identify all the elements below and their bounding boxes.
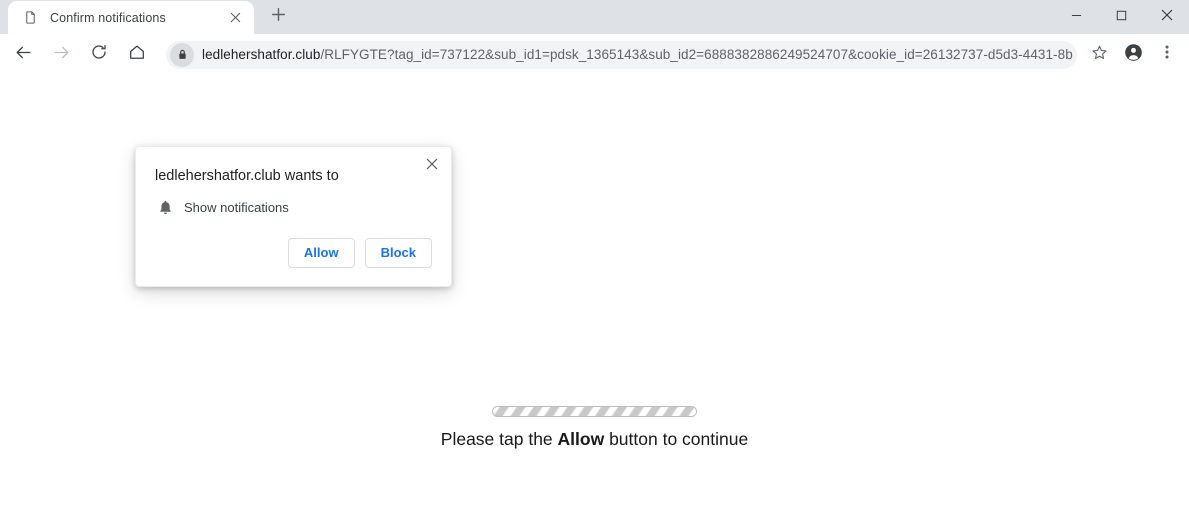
generic-page-icon <box>22 10 38 26</box>
window-close-button[interactable] <box>1144 0 1189 34</box>
bookmark-button[interactable] <box>1083 39 1115 71</box>
page-content: Please tap the Allow button to continue … <box>0 76 1189 523</box>
minimize-icon <box>1071 8 1082 26</box>
browser-window: Confirm notifications ledlehershatfor.cl… <box>0 0 1189 523</box>
back-button[interactable] <box>6 38 40 72</box>
maximize-icon <box>1116 8 1127 26</box>
window-maximize-button[interactable] <box>1099 0 1144 34</box>
message-suffix: button to continue <box>604 429 749 449</box>
dialog-close-button[interactable] <box>421 155 443 177</box>
message-emphasis: Allow <box>557 429 605 449</box>
account-avatar-icon <box>1124 43 1143 67</box>
window-minimize-button[interactable] <box>1054 0 1099 34</box>
page-center-block: Please tap the Allow button to continue <box>0 406 1189 450</box>
tab-title: Confirm notifications <box>50 10 166 25</box>
reload-button[interactable] <box>82 38 116 72</box>
back-arrow-icon <box>14 43 33 67</box>
address-bar[interactable]: ledlehershatfor.club/RLFYGTE?tag_id=7371… <box>166 40 1077 69</box>
profile-button[interactable] <box>1117 39 1149 71</box>
bell-icon <box>155 198 175 218</box>
browser-menu-button[interactable] <box>1151 39 1183 71</box>
notification-permission-dialog: ledlehershatfor.club wants to Show notif… <box>135 146 452 287</box>
url-text: ledlehershatfor.club/RLFYGTE?tag_id=7371… <box>202 47 1073 62</box>
star-icon <box>1091 44 1108 66</box>
home-button[interactable] <box>120 38 154 72</box>
reload-icon <box>90 43 108 66</box>
close-icon <box>1161 8 1173 26</box>
tab-close-icon[interactable] <box>226 9 244 27</box>
page-instruction-text: Please tap the Allow button to continue <box>441 429 748 450</box>
tab-strip: Confirm notifications <box>0 0 1189 34</box>
allow-button[interactable]: Allow <box>287 237 355 268</box>
permission-label: Show notifications <box>184 200 289 216</box>
lock-icon[interactable] <box>170 42 194 67</box>
url-path: /RLFYGTE?tag_id=737122&sub_id1=pdsk_1365… <box>320 47 1073 62</box>
url-host: ledlehershatfor.club <box>202 47 321 62</box>
three-dot-menu-icon <box>1159 44 1175 65</box>
plus-icon <box>271 7 286 27</box>
window-controls <box>1054 0 1189 34</box>
forward-button[interactable] <box>44 38 78 72</box>
new-tab-button[interactable] <box>264 3 292 31</box>
forward-arrow-icon <box>52 43 71 67</box>
browser-tab[interactable]: Confirm notifications <box>8 1 254 34</box>
browser-toolbar: ledlehershatfor.club/RLFYGTE?tag_id=7371… <box>0 34 1189 76</box>
close-icon <box>426 157 438 175</box>
dialog-actions: Allow Block <box>136 218 451 286</box>
block-button[interactable]: Block <box>364 237 432 268</box>
dialog-title: ledlehershatfor.club wants to <box>155 168 339 184</box>
striped-progress-bar <box>492 406 697 417</box>
permission-row: Show notifications <box>136 186 451 218</box>
home-icon <box>128 43 146 66</box>
message-prefix: Please tap the <box>440 429 558 449</box>
